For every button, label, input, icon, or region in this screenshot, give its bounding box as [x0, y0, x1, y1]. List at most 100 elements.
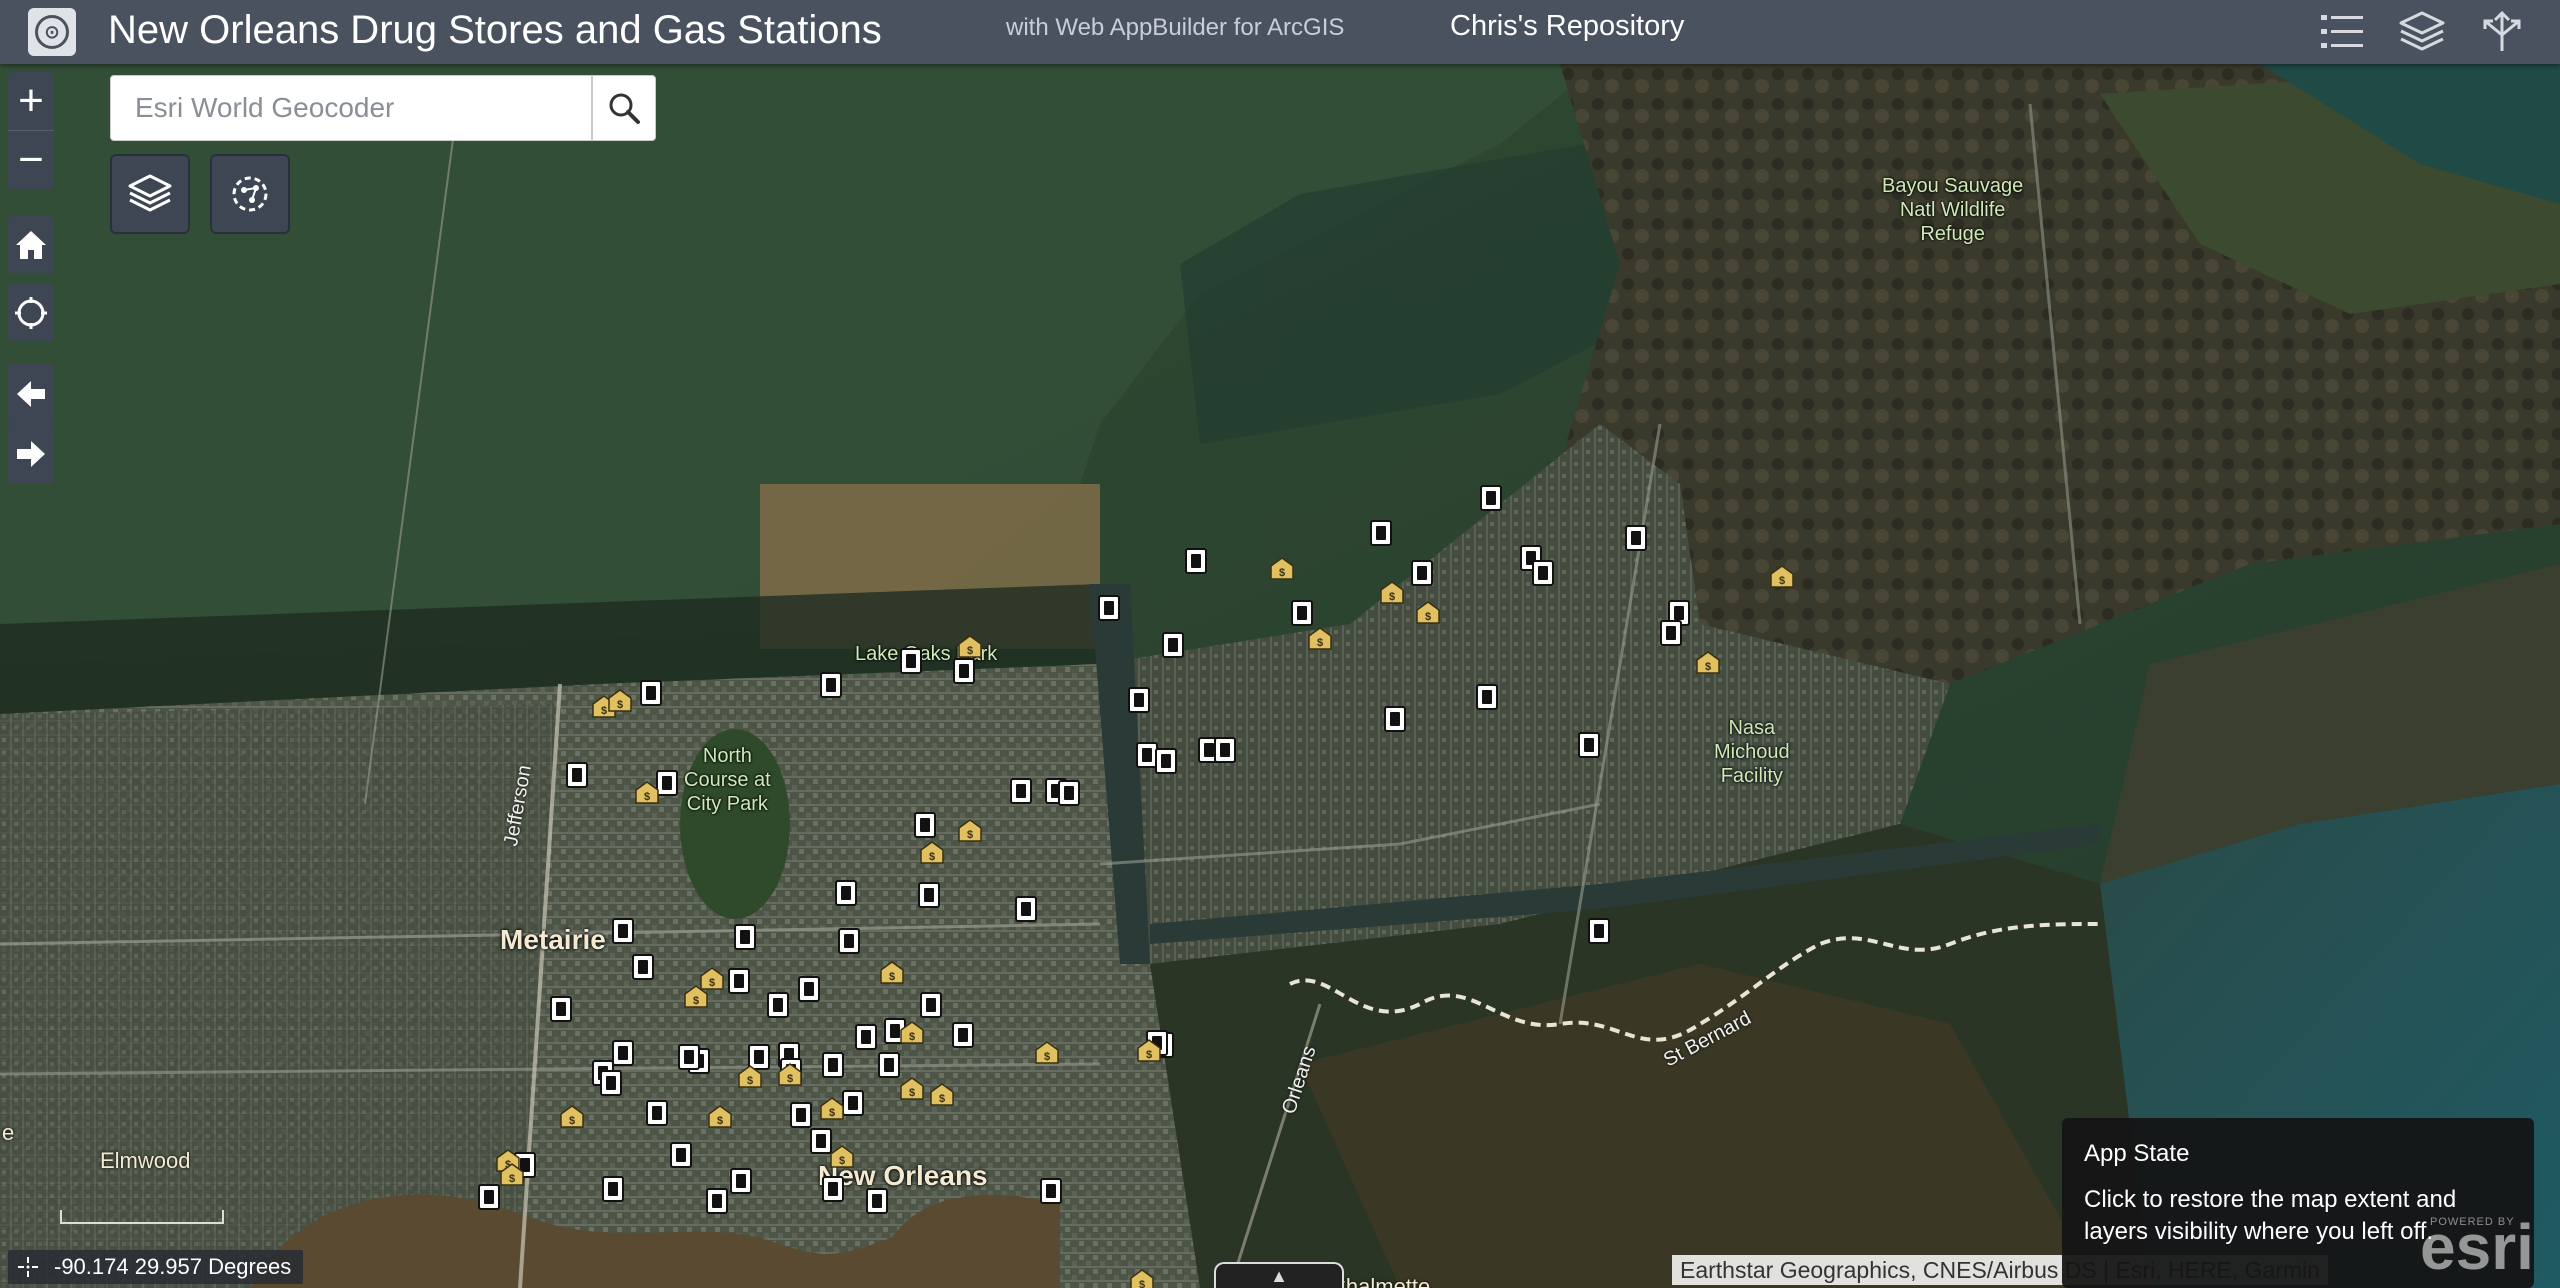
gas-station-marker[interactable] [810, 1128, 832, 1154]
gas-station-marker[interactable] [1058, 780, 1080, 806]
gas-station-marker[interactable] [1370, 520, 1392, 546]
gas-station-marker[interactable] [822, 1176, 844, 1202]
previous-extent-button[interactable] [8, 364, 54, 424]
drug-store-marker[interactable]: $ [1770, 564, 1794, 588]
gas-station-marker[interactable] [952, 1022, 974, 1048]
gas-station-marker[interactable] [790, 1102, 812, 1128]
gas-station-marker[interactable] [670, 1142, 692, 1168]
drug-store-marker[interactable]: $ [1270, 556, 1294, 580]
gas-station-marker[interactable] [1155, 748, 1177, 774]
gas-station-marker[interactable] [1476, 684, 1498, 710]
drug-store-marker[interactable]: $ [1380, 580, 1404, 604]
gas-station-marker[interactable] [1291, 600, 1313, 626]
my-location-button[interactable] [8, 284, 54, 342]
gas-station-marker[interactable] [842, 1090, 864, 1116]
gas-station-marker[interactable] [1532, 560, 1554, 586]
gas-station-marker[interactable] [1185, 548, 1207, 574]
drug-store-marker[interactable]: $ [920, 840, 944, 864]
zoom-out-button[interactable]: − [8, 130, 54, 189]
home-button[interactable] [8, 216, 54, 274]
gas-station-marker[interactable] [1384, 706, 1406, 732]
attribute-table-toggle[interactable]: ▲ [1214, 1262, 1344, 1288]
gas-station-marker[interactable] [656, 770, 678, 796]
gas-station-marker[interactable] [822, 1052, 844, 1078]
drug-store-marker[interactable]: $ [958, 634, 982, 658]
gas-station-marker[interactable] [1015, 896, 1037, 922]
gas-station-marker[interactable] [835, 880, 857, 906]
layer-list-widget-button[interactable] [110, 154, 190, 234]
esri-logo[interactable]: esri [2420, 1210, 2534, 1284]
gas-station-marker[interactable] [855, 1024, 877, 1050]
gas-station-marker[interactable] [600, 1070, 622, 1096]
drug-store-marker[interactable]: $ [684, 984, 708, 1008]
gas-station-marker[interactable] [602, 1176, 624, 1202]
share-button[interactable] [2462, 0, 2542, 64]
gas-station-marker[interactable] [550, 996, 572, 1022]
gas-station-marker[interactable] [1040, 1178, 1062, 1204]
drug-store-marker[interactable]: $ [830, 1144, 854, 1168]
gas-station-marker[interactable] [1411, 560, 1433, 586]
gas-station-marker[interactable] [478, 1184, 500, 1210]
drug-store-marker[interactable]: $ [1308, 626, 1332, 650]
gas-station-marker[interactable] [767, 992, 789, 1018]
gas-station-marker[interactable] [566, 762, 588, 788]
coordinate-pick-button[interactable] [8, 1250, 48, 1284]
gas-station-marker[interactable] [1010, 778, 1032, 804]
drug-store-marker[interactable]: $ [820, 1096, 844, 1120]
gas-station-marker[interactable] [1480, 485, 1502, 511]
search-button[interactable] [592, 75, 656, 141]
gas-station-marker[interactable] [1128, 687, 1150, 713]
gas-station-marker[interactable] [1660, 620, 1682, 646]
drug-store-marker[interactable]: $ [930, 1082, 954, 1106]
gas-station-marker[interactable] [706, 1188, 728, 1214]
gas-station-marker[interactable] [612, 918, 634, 944]
drug-store-marker[interactable]: $ [1137, 1038, 1161, 1062]
next-extent-button[interactable] [8, 424, 54, 484]
gas-station-marker[interactable] [678, 1044, 700, 1070]
gas-station-marker[interactable] [918, 882, 940, 908]
drug-store-marker[interactable]: $ [778, 1062, 802, 1086]
drug-store-marker[interactable]: $ [608, 688, 632, 712]
gas-station-marker[interactable] [1162, 632, 1184, 658]
gas-station-marker[interactable] [900, 648, 922, 674]
gas-station-marker[interactable] [838, 928, 860, 954]
drug-store-marker[interactable]: $ [900, 1020, 924, 1044]
drug-store-marker[interactable]: $ [900, 1076, 924, 1100]
drug-store-marker[interactable]: $ [1696, 650, 1720, 674]
zoom-in-button[interactable]: + [8, 72, 54, 130]
map-view[interactable]: Bayou Sauvage Natl Wildlife Refuge Lake … [0, 64, 2560, 1288]
drug-store-marker[interactable]: $ [958, 818, 982, 842]
layers-button[interactable] [2382, 0, 2462, 64]
gas-station-marker[interactable] [1588, 918, 1610, 944]
search-input[interactable] [110, 75, 592, 141]
drug-store-marker[interactable]: $ [635, 780, 659, 804]
gas-station-marker[interactable] [640, 680, 662, 706]
gas-station-marker[interactable] [734, 924, 756, 950]
gas-station-marker[interactable] [820, 672, 842, 698]
gas-station-marker[interactable] [730, 1168, 752, 1194]
drug-store-marker[interactable]: $ [708, 1104, 732, 1128]
gas-station-marker[interactable] [866, 1188, 888, 1214]
gas-station-marker[interactable] [1098, 595, 1120, 621]
gas-station-marker[interactable] [920, 992, 942, 1018]
legend-list-button[interactable] [2302, 0, 2382, 64]
gas-station-marker[interactable] [646, 1100, 668, 1126]
gas-station-marker[interactable] [612, 1040, 634, 1066]
gas-station-marker[interactable] [1214, 737, 1236, 763]
drug-store-marker[interactable]: $ [1035, 1040, 1059, 1064]
gas-station-marker[interactable] [632, 954, 654, 980]
gas-station-marker[interactable] [728, 968, 750, 994]
drug-store-marker[interactable]: $ [1416, 600, 1440, 624]
gas-station-marker[interactable] [1625, 525, 1647, 551]
drug-store-marker[interactable]: $ [500, 1162, 524, 1186]
drug-store-marker[interactable]: $ [560, 1104, 584, 1128]
drug-store-marker[interactable]: $ [880, 960, 904, 984]
gas-station-marker[interactable] [1578, 732, 1600, 758]
gas-station-marker[interactable] [914, 812, 936, 838]
analysis-widget-button[interactable] [210, 154, 290, 234]
drug-store-marker[interactable]: $ [738, 1064, 762, 1088]
gas-station-marker[interactable] [878, 1052, 900, 1078]
drug-store-marker[interactable]: $ [1130, 1268, 1154, 1288]
gas-station-marker[interactable] [953, 658, 975, 684]
gas-station-marker[interactable] [798, 976, 820, 1002]
